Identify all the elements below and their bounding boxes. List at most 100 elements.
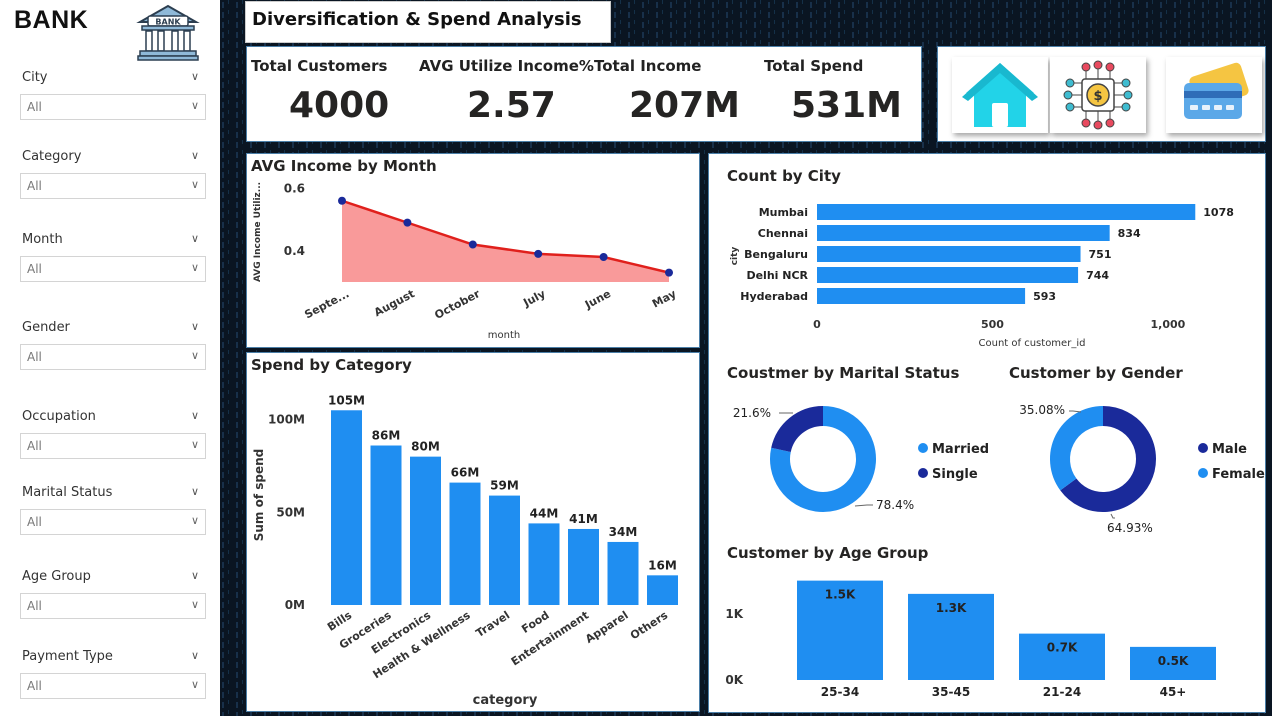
filter-collapse-chevron-icon[interactable]: ∨ bbox=[191, 149, 199, 162]
donut-slice-1 bbox=[1050, 406, 1104, 491]
data-point-0 bbox=[338, 196, 346, 205]
home-button[interactable] bbox=[952, 57, 1048, 133]
city-bar-4 bbox=[817, 288, 1026, 304]
x-tick-label: August bbox=[372, 287, 417, 319]
city-label: Delhi NCR bbox=[746, 269, 808, 282]
city-value-label: 1078 bbox=[1203, 206, 1234, 219]
age-category-label: 25-34 bbox=[821, 685, 859, 699]
chevron-down-icon: ∨ bbox=[190, 598, 199, 611]
filter-collapse-chevron-icon[interactable]: ∨ bbox=[191, 70, 199, 83]
y-tick-label: 0.6 bbox=[284, 181, 305, 195]
city-chart-title: Count by City bbox=[727, 167, 841, 185]
kpi-label-total-income: Total Income bbox=[594, 57, 702, 75]
y-tick-label: 100M bbox=[268, 413, 305, 427]
kpi-label-total-customers: Total Customers bbox=[251, 57, 388, 75]
gender-chart-title: Customer by Gender bbox=[1009, 364, 1183, 382]
leader-line bbox=[1110, 513, 1115, 519]
customer-breakdown-panel: Count by City Mumbai 1078 Chennai 834 Bengal… bbox=[708, 153, 1266, 713]
bar-7 bbox=[607, 541, 639, 605]
y-axis-label: Sum of spend bbox=[252, 449, 266, 542]
chevron-down-icon: ∨ bbox=[190, 99, 199, 112]
y-tick-label: 0K bbox=[725, 673, 743, 687]
filter-selected-value: All bbox=[27, 179, 42, 193]
filter-collapse-chevron-icon[interactable]: ∨ bbox=[191, 409, 199, 422]
chevron-down-icon: ∨ bbox=[190, 438, 199, 451]
bank-building-icon: BANK bbox=[136, 4, 200, 61]
slice-percent-label: 64.93% bbox=[1107, 521, 1153, 535]
payment-button[interactable] bbox=[1166, 57, 1262, 133]
filter-dropdown-gender[interactable]: All ∨ bbox=[20, 344, 206, 370]
bar-8 bbox=[647, 575, 678, 605]
filter-selected-value: All bbox=[27, 262, 42, 276]
bar-3 bbox=[449, 482, 481, 605]
x-axis-label: Count of customer_id bbox=[979, 338, 1086, 349]
count-by-city-chart: Mumbai 1078 Chennai 834 Bengaluru 751 Delhi NC… bbox=[730, 204, 1234, 349]
legend-marker-icon bbox=[918, 443, 928, 453]
x-tick-label: Septe... bbox=[302, 287, 351, 321]
filter-selected-value: All bbox=[27, 100, 42, 114]
city-value-label: 834 bbox=[1118, 227, 1141, 240]
x-tick-label: Apparel bbox=[583, 609, 631, 646]
leader-line bbox=[854, 504, 873, 507]
bar-value-label: 66M bbox=[451, 466, 480, 480]
chevron-down-icon: ∨ bbox=[190, 261, 199, 274]
filter-collapse-chevron-icon[interactable]: ∨ bbox=[191, 320, 199, 333]
legend-marker-icon bbox=[1198, 443, 1208, 453]
kpi-value-total-spend: 531M bbox=[791, 85, 902, 126]
filter-dropdown-city[interactable]: All ∨ bbox=[20, 94, 206, 120]
filter-collapse-chevron-icon[interactable]: ∨ bbox=[191, 485, 199, 498]
filter-dropdown-marital-status[interactable]: All ∨ bbox=[20, 509, 206, 535]
city-value-label: 593 bbox=[1033, 290, 1056, 303]
filter-collapse-chevron-icon[interactable]: ∨ bbox=[191, 569, 199, 582]
filter-dropdown-occupation[interactable]: All ∨ bbox=[20, 433, 206, 459]
age-category-label: 21-24 bbox=[1043, 685, 1081, 699]
kpi-label-total-spend: Total Spend bbox=[764, 57, 864, 75]
income-by-month-chart: 0.6 0.4 AVG Income Utiliz... Septe... August… bbox=[253, 181, 678, 341]
navigation-panel: $ bbox=[937, 46, 1266, 142]
city-label: Mumbai bbox=[759, 206, 808, 219]
legend-label: Female bbox=[1212, 467, 1265, 482]
data-point-5 bbox=[665, 268, 673, 277]
filter-collapse-chevron-icon[interactable]: ∨ bbox=[191, 232, 199, 245]
city-label: Hyderabad bbox=[740, 290, 808, 303]
age-chart-title: Customer by Age Group bbox=[727, 544, 929, 562]
filter-collapse-chevron-icon[interactable]: ∨ bbox=[191, 649, 199, 662]
svg-text:$: $ bbox=[1093, 89, 1102, 104]
filter-label-city: City bbox=[22, 70, 48, 85]
bar-value-label: 44M bbox=[530, 506, 559, 520]
slice-percent-label: 21.6% bbox=[733, 406, 771, 420]
x-tick-label: Others bbox=[628, 608, 671, 642]
bar-6 bbox=[568, 528, 599, 605]
bar-0 bbox=[331, 410, 362, 605]
filter-dropdown-payment-type[interactable]: All ∨ bbox=[20, 673, 206, 699]
kpi-card: Total Customers 4000 AVG Utilize Income%… bbox=[246, 46, 922, 142]
age-value-label: 1.5K bbox=[825, 588, 856, 602]
bar-value-label: 86M bbox=[372, 429, 401, 443]
city-label: Chennai bbox=[758, 227, 808, 240]
marital-status-donut: 78.4% 21.6% Married Single bbox=[733, 406, 989, 512]
filter-dropdown-month[interactable]: All ∨ bbox=[20, 256, 206, 282]
legend-label: Married bbox=[932, 442, 989, 457]
x-tick-label: July bbox=[520, 287, 547, 310]
age-value-label: 0.7K bbox=[1047, 641, 1078, 655]
city-bar-0 bbox=[817, 204, 1196, 220]
bank-logo-text: BANK bbox=[155, 18, 181, 27]
income-by-month-panel: AVG Income by Month 0.6 0.4 AVG Income Uti… bbox=[246, 153, 700, 348]
x-tick-label: October bbox=[432, 287, 482, 322]
filter-label-occupation: Occupation bbox=[22, 409, 96, 424]
bar-value-label: 16M bbox=[648, 558, 677, 572]
city-label: Bengaluru bbox=[744, 248, 808, 261]
bank-title: BANK bbox=[14, 6, 89, 34]
page-header: Diversification & Spend Analysis bbox=[246, 2, 610, 42]
filter-dropdown-category[interactable]: All ∨ bbox=[20, 173, 206, 199]
data-point-2 bbox=[468, 240, 477, 249]
bar-1 bbox=[370, 445, 402, 605]
filter-dropdown-age-group[interactable]: All ∨ bbox=[20, 593, 206, 619]
area-fill bbox=[342, 200, 669, 282]
finance-analysis-button[interactable]: $ bbox=[1050, 57, 1146, 133]
filter-selected-value: All bbox=[27, 515, 42, 529]
x-tick-label: 500 bbox=[981, 318, 1004, 331]
filter-label-payment-type: Payment Type bbox=[22, 649, 113, 664]
filter-selected-value: All bbox=[27, 679, 42, 693]
kpi-label-avg-utilize: AVG Utilize Income% bbox=[419, 57, 594, 75]
